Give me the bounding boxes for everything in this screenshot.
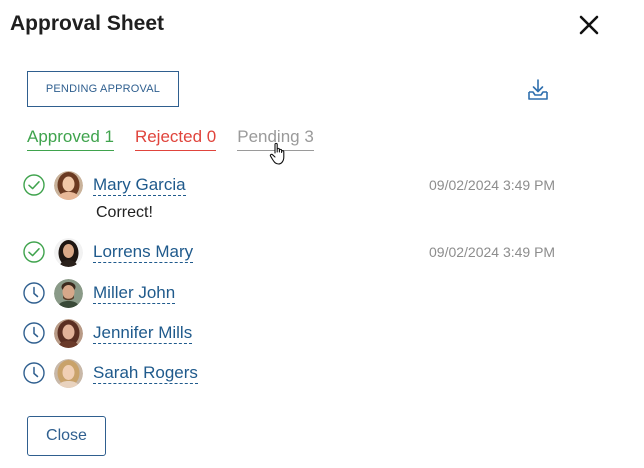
close-button[interactable]: Close — [27, 416, 106, 456]
approval-comment: Correct! — [96, 204, 153, 221]
clock-icon — [23, 322, 45, 344]
tab-rejected[interactable]: Rejected 0 — [134, 127, 217, 151]
avatar — [54, 319, 83, 348]
check-circle-icon — [23, 241, 45, 263]
avatar — [54, 279, 83, 308]
approver-name-link[interactable]: Mary Garcia — [93, 175, 186, 196]
approver-name-link[interactable]: Miller John — [93, 283, 176, 304]
dialog-title: Approval Sheet — [10, 12, 165, 35]
avatar — [54, 238, 83, 267]
approval-date: 09/02/2024 3:49 PM — [429, 177, 556, 193]
check-circle-icon — [23, 174, 45, 196]
download-icon[interactable] — [526, 78, 550, 102]
hand-cursor-icon — [269, 142, 285, 165]
clock-icon — [23, 282, 45, 304]
close-icon[interactable] — [576, 12, 602, 38]
approver-name-link[interactable]: Lorrens Mary — [93, 242, 194, 263]
approver-name-link[interactable]: Sarah Rogers — [93, 363, 198, 384]
clock-icon — [23, 362, 45, 384]
tab-approved[interactable]: Approved 1 — [27, 127, 114, 151]
avatar — [54, 171, 83, 200]
approver-name-link[interactable]: Jennifer Mills — [93, 323, 193, 344]
approval-date: 09/02/2024 3:49 PM — [429, 244, 556, 260]
pending-approval-status-button[interactable]: PENDING APPROVAL — [27, 71, 179, 107]
avatar — [54, 359, 83, 388]
